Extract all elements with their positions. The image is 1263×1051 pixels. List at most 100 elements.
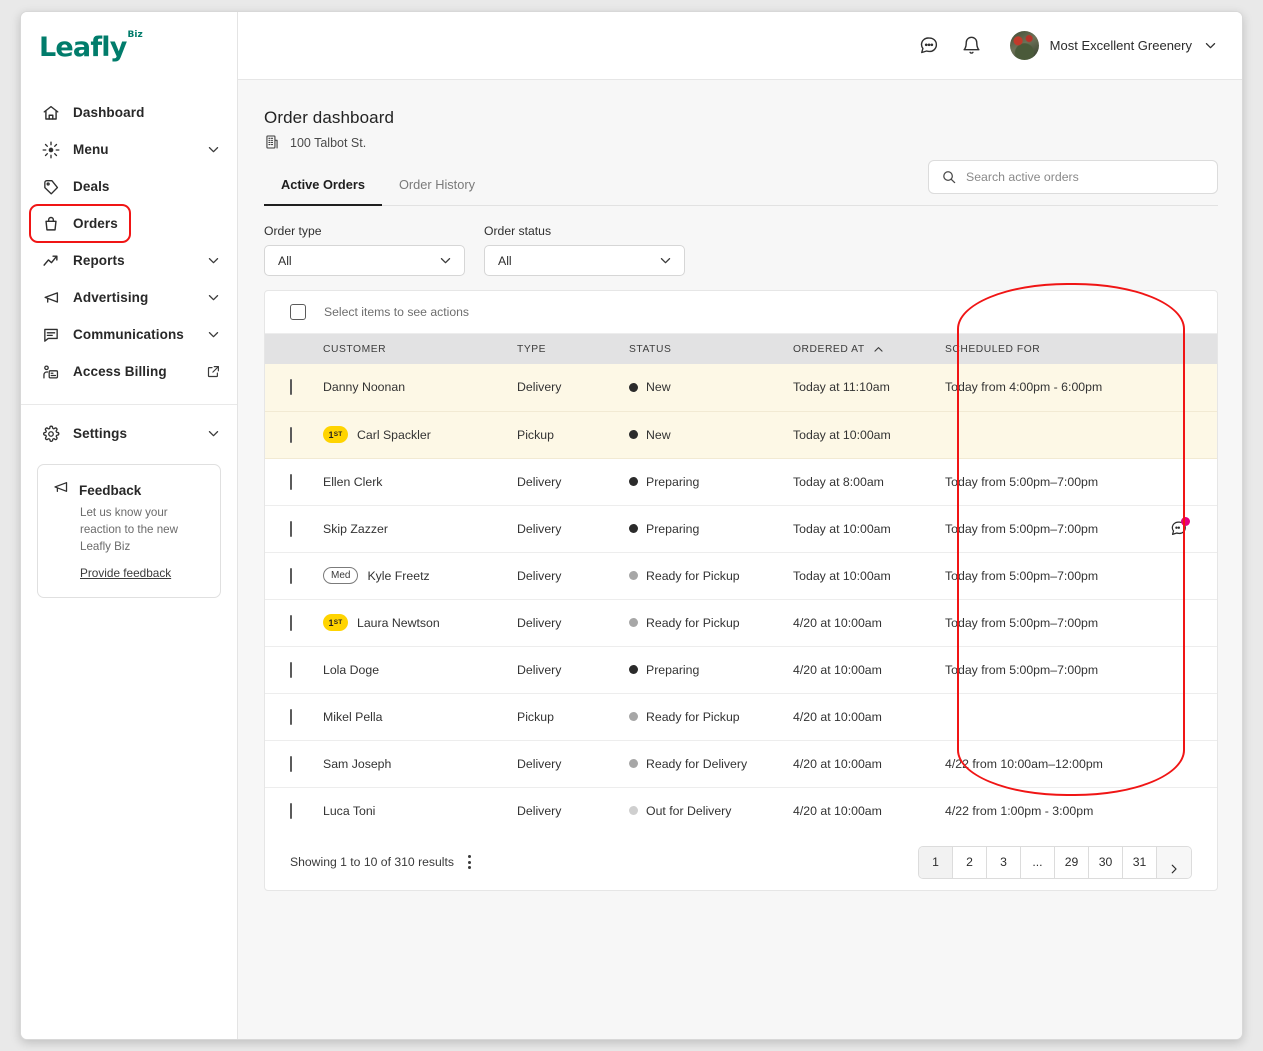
- tab-order-history[interactable]: Order History: [382, 177, 492, 205]
- row-checkbox[interactable]: [290, 379, 292, 396]
- pagination: 1 2 3... 29 30 31: [918, 845, 1192, 879]
- cell-checkbox: [265, 552, 323, 600]
- th-label: TYPE: [517, 343, 547, 355]
- th-label: CUSTOMER: [323, 343, 387, 355]
- cell-status: New: [629, 411, 793, 459]
- pagination-page-1[interactable]: 1: [919, 846, 953, 878]
- sidebar-item-label: Reports: [73, 253, 125, 268]
- row-checkbox[interactable]: [290, 567, 292, 584]
- th-status[interactable]: STATUS: [629, 334, 793, 364]
- chevron-down-icon[interactable]: [206, 142, 221, 157]
- sidebar-item-access-billing[interactable]: Access Billing: [21, 353, 237, 390]
- table-row[interactable]: Med Kyle Freetz Delivery Ready for Pickup To…: [265, 552, 1217, 600]
- order-chat-icon[interactable]: [1169, 517, 1190, 538]
- table-footer: Showing 1 to 10 of 310 results 1 2 3... 29 3…: [265, 834, 1217, 890]
- sidebar-item-label: Menu: [73, 142, 109, 157]
- sidebar-item-communications[interactable]: Communications: [21, 316, 237, 353]
- row-checkbox[interactable]: [290, 473, 292, 490]
- row-checkbox[interactable]: [290, 661, 292, 678]
- sidebar-item-advertising[interactable]: Advertising: [21, 279, 237, 316]
- sidebar-item-menu[interactable]: Menu: [21, 131, 237, 168]
- table-row[interactable]: 1 ST Carl Spackler Pickup New Today at 10:00a…: [265, 411, 1217, 459]
- brand-logo[interactable]: LeaflyBiz: [21, 12, 237, 80]
- chat-bubble-icon[interactable]: [918, 35, 939, 56]
- cell-status: Ready for Pickup: [629, 599, 793, 647]
- status-label: Preparing: [646, 662, 700, 677]
- scheduled-for: Today from 5:00pm–7:00pm: [945, 474, 1099, 489]
- orders-table: CUSTOMER TYPE STATUS ORDERED AT SCHEDULE…: [265, 334, 1217, 834]
- order-type: Delivery: [517, 568, 562, 583]
- th-type[interactable]: TYPE: [517, 334, 629, 364]
- chevron-down-icon: [658, 253, 673, 268]
- sidebar-item-reports[interactable]: Reports: [21, 242, 237, 279]
- cell-scheduled-for: Today from 5:00pm–7:00pm: [945, 646, 1169, 694]
- table-row[interactable]: Skip Zazzer Delivery Preparing Today at 10:…: [265, 505, 1217, 553]
- search-input[interactable]: [966, 170, 1205, 184]
- sidebar-item-settings[interactable]: Settings: [21, 415, 237, 452]
- order-type: Delivery: [517, 756, 562, 771]
- cell-scheduled-for: Today from 4:00pm - 6:00pm: [945, 364, 1169, 412]
- ordered-at: 4/20 at 10:00am: [793, 803, 882, 818]
- pagination-next-button[interactable]: [1157, 846, 1191, 878]
- tab-active-orders[interactable]: Active Orders: [264, 177, 382, 206]
- main-area: Most Excellent Greenery Order dashboard …: [238, 12, 1242, 1039]
- cell-checkbox: [265, 787, 323, 834]
- cell-customer: Mikel Pella: [323, 693, 517, 741]
- row-checkbox[interactable]: [290, 520, 292, 537]
- th-ordered-at[interactable]: ORDERED AT: [793, 334, 945, 364]
- pagination-page-3[interactable]: 3: [987, 846, 1021, 878]
- chevron-down-icon[interactable]: [206, 327, 221, 342]
- order-status-select[interactable]: All: [484, 245, 685, 276]
- pagination-page-30[interactable]: 30: [1089, 846, 1123, 878]
- table-row[interactable]: 1 ST Laura Newtson Delivery Ready for Pickup…: [265, 599, 1217, 647]
- chevron-down-icon[interactable]: [206, 253, 221, 268]
- th-scheduled-for[interactable]: SCHEDULED FOR: [945, 334, 1169, 364]
- chevron-down-icon[interactable]: [206, 426, 221, 441]
- row-checkbox[interactable]: [290, 802, 292, 819]
- sidebar-item-orders[interactable]: Orders: [21, 204, 237, 243]
- row-checkbox[interactable]: [290, 708, 292, 725]
- table-row[interactable]: Danny Noonan Delivery New Today at 11:10am T…: [265, 364, 1217, 412]
- search-orders[interactable]: [928, 160, 1218, 194]
- select-all-checkbox[interactable]: [290, 304, 306, 320]
- order-type-select[interactable]: All: [264, 245, 465, 276]
- unread-indicator: [1181, 517, 1190, 526]
- external-link-icon[interactable]: [206, 364, 221, 379]
- status-dot: [629, 524, 638, 533]
- table-row[interactable]: Ellen Clerk Delivery Preparing Today at 8:0…: [265, 458, 1217, 506]
- more-options-icon[interactable]: [466, 853, 473, 871]
- ordered-at: 4/20 at 10:00am: [793, 615, 882, 630]
- table-row[interactable]: Sam Joseph Delivery Ready for Delivery 4/20…: [265, 740, 1217, 788]
- table-row[interactable]: Mikel Pella Pickup Ready for Pickup 4/20 at…: [265, 693, 1217, 741]
- table-row[interactable]: Lola Doge Delivery Preparing 4/20 at 10:00a…: [265, 646, 1217, 694]
- filter-label: Order type: [264, 224, 322, 238]
- cell-ordered-at: Today at 11:10am: [793, 364, 945, 412]
- cell-actions: [1169, 740, 1217, 788]
- app-window: LeaflyBiz Dashboard Menu Deals Orders Re…: [20, 11, 1243, 1040]
- chevron-down-icon[interactable]: [1203, 38, 1218, 53]
- provide-feedback-link[interactable]: Provide feedback: [52, 566, 171, 580]
- sidebar-item-label: Deals: [73, 179, 110, 194]
- sidebar-item-deals[interactable]: Deals: [21, 168, 237, 205]
- row-checkbox[interactable]: [290, 426, 292, 443]
- cell-checkbox: [265, 411, 323, 459]
- th-checkbox: [265, 334, 323, 364]
- table-row[interactable]: Luca Toni Delivery Out for Delivery 4/20 at…: [265, 787, 1217, 834]
- sidebar-item-dashboard[interactable]: Dashboard: [21, 94, 237, 131]
- row-checkbox[interactable]: [290, 614, 292, 631]
- chevron-down-icon[interactable]: [206, 290, 221, 305]
- pagination-page-29[interactable]: 29: [1055, 846, 1089, 878]
- status-label: Preparing: [646, 474, 700, 489]
- bell-icon[interactable]: [961, 35, 982, 56]
- cell-customer: Skip Zazzer: [323, 505, 517, 553]
- th-label: ORDERED AT: [793, 343, 865, 355]
- pagination-page-2[interactable]: 2: [953, 846, 987, 878]
- account-menu[interactable]: Most Excellent Greenery: [1009, 31, 1218, 60]
- row-checkbox[interactable]: [290, 755, 292, 772]
- gear-icon: [41, 424, 60, 443]
- th-customer[interactable]: CUSTOMER: [323, 334, 517, 364]
- pagination-page-31[interactable]: 31: [1123, 846, 1157, 878]
- cell-customer: 1 ST Carl Spackler: [323, 411, 517, 459]
- sidebar: LeaflyBiz Dashboard Menu Deals Orders Re…: [21, 12, 238, 1039]
- status-label: New: [646, 427, 671, 442]
